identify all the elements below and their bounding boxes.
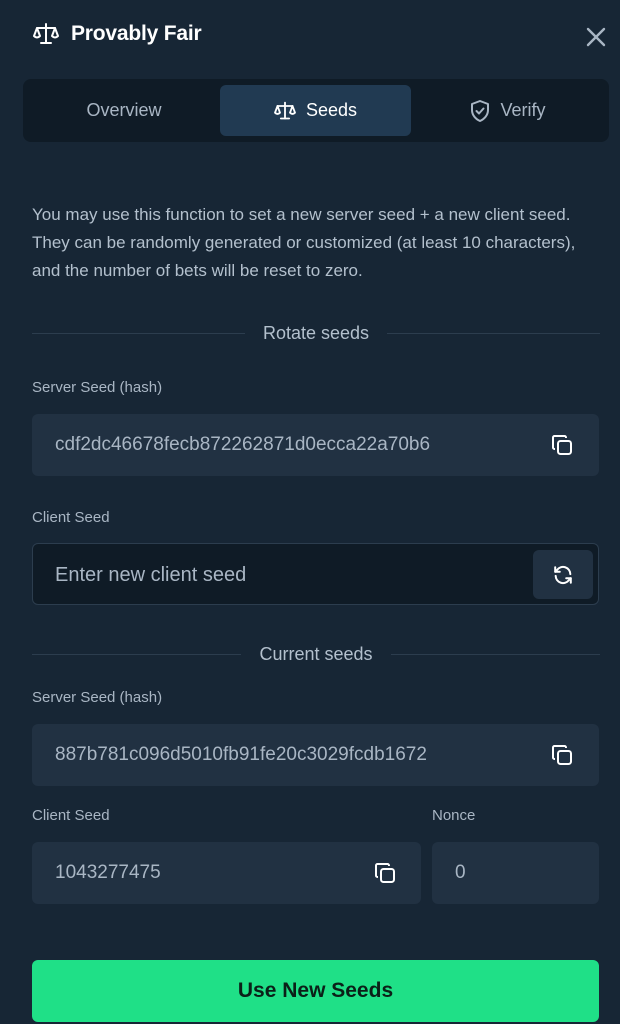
tab-verify-label: Verify [500, 100, 546, 120]
new-client-seed-label: Client Seed [32, 509, 110, 526]
copy-icon [552, 435, 572, 455]
seeds-description: You may use this function to set a new s… [32, 205, 576, 280]
copy-new-server-seed-button[interactable] [550, 433, 574, 457]
provably-fair-panel: Provably Fair Overview Seeds Verify You … [0, 0, 620, 1024]
current-seeds-heading: Current seeds [259, 643, 373, 664]
copy-icon [375, 863, 395, 883]
scale-icon [33, 23, 59, 44]
close-icon [586, 27, 606, 47]
panel-header: Provably Fair [0, 0, 620, 72]
panel-title-wrap: Provably Fair [33, 22, 202, 46]
current-server-seed-label: Server Seed (hash) [32, 689, 163, 706]
tab-verify[interactable]: Verify [413, 85, 603, 136]
divider-line [387, 332, 601, 334]
new-client-seed-field [32, 543, 599, 605]
use-new-seeds-label: Use New Seeds [237, 979, 394, 1002]
scale-icon [274, 101, 296, 119]
copy-current-server-seed-button[interactable] [550, 743, 574, 767]
new-server-seed-value: cdf2dc46678fecb872262871d0ecca22a70b6 [55, 434, 431, 455]
tab-overview[interactable]: Overview [29, 85, 219, 136]
tab-overview-label: Overview [86, 100, 162, 120]
current-client-seed-field: 1043277475 [32, 842, 421, 904]
divider-line [32, 332, 245, 334]
randomize-client-seed-button[interactable] [533, 550, 593, 599]
tab-seeds-label: Seeds [305, 100, 358, 120]
panel-title: Provably Fair [71, 22, 202, 45]
new-client-seed-input[interactable] [55, 556, 525, 594]
nonce-value: 0 [455, 862, 466, 883]
current-server-seed-field: 887b781c096d5010fb91fe20c3029fcdb1672 [32, 724, 599, 786]
new-server-seed-field: cdf2dc46678fecb872262871d0ecca22a70b6 [32, 414, 599, 476]
shield-check-icon [471, 99, 490, 122]
refresh-icon [554, 565, 572, 584]
nonce-field: 0 [432, 842, 599, 904]
divider-line [32, 653, 242, 655]
tab-bar: Overview Seeds Verify [23, 79, 609, 142]
rotate-seeds-heading: Rotate seeds [262, 322, 370, 343]
current-client-seed-value: 1043277475 [55, 862, 161, 883]
copy-icon [552, 745, 572, 765]
use-new-seeds-button[interactable]: Use New Seeds [32, 960, 599, 1022]
nonce-label: Nonce [432, 807, 476, 824]
current-server-seed-value: 887b781c096d5010fb91fe20c3029fcdb1672 [55, 744, 427, 765]
divider-line [390, 653, 600, 655]
rotate-seeds-divider: Rotate seeds [32, 322, 601, 343]
tab-seeds[interactable]: Seeds [220, 85, 411, 136]
copy-current-client-seed-button[interactable] [373, 861, 397, 885]
close-button[interactable] [583, 24, 609, 50]
new-server-seed-label: Server Seed (hash) [32, 379, 163, 396]
current-client-seed-label: Client Seed [32, 807, 110, 824]
current-seeds-divider: Current seeds [32, 644, 600, 664]
